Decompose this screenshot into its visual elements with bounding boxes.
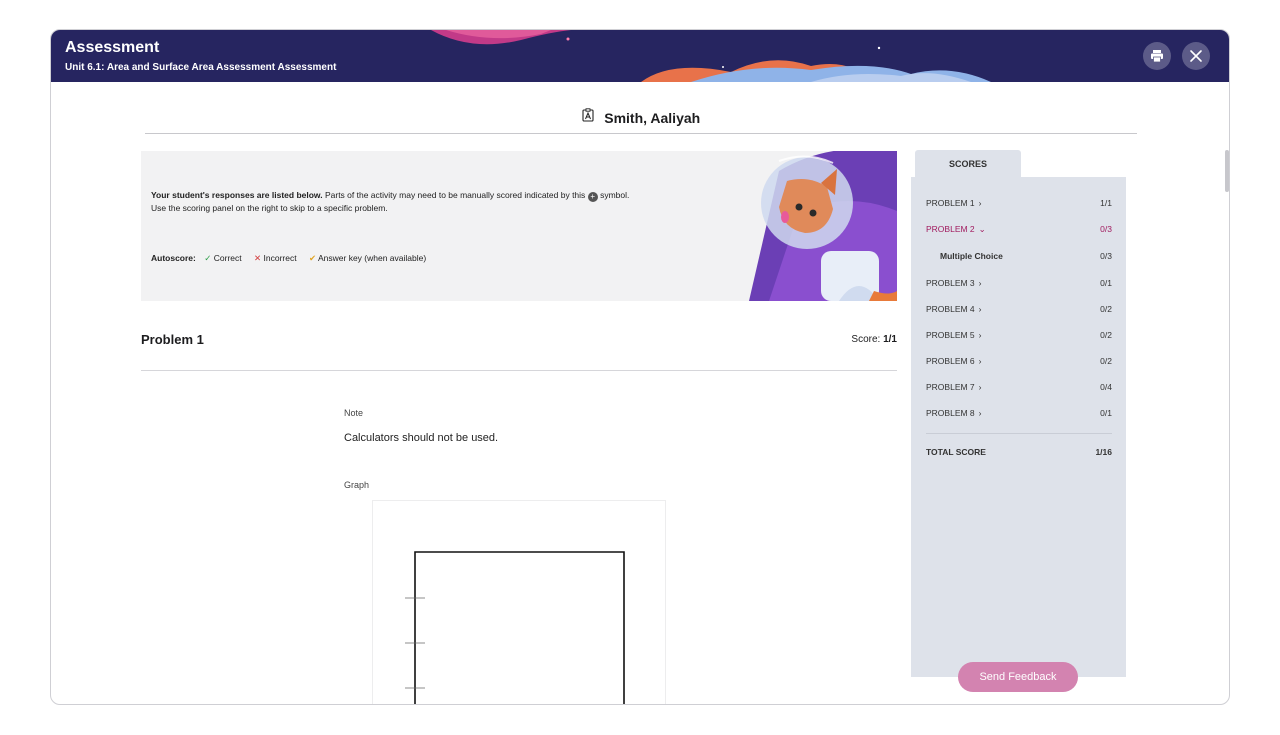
close-icon bbox=[1190, 50, 1202, 62]
scores-divider bbox=[926, 433, 1112, 434]
note-label: Note bbox=[344, 408, 364, 418]
answer-key-check-icon: ✔ bbox=[308, 253, 317, 263]
instructions-rest: Parts of the activity may need to be man… bbox=[324, 190, 586, 200]
scores-tab[interactable]: SCORES bbox=[915, 150, 1021, 178]
score-row-multiple-choice[interactable]: Multiple Choice 0/3 bbox=[926, 251, 1112, 265]
instructions-banner: Your student's responses are listed belo… bbox=[141, 151, 897, 301]
score-row-problem-1[interactable]: PROBLEM 1 › 1/1 bbox=[926, 198, 1112, 212]
chevron-right-icon: › bbox=[978, 198, 982, 208]
problem-score: Score: 1/1 bbox=[811, 334, 897, 345]
autoscore-label: Autoscore: bbox=[151, 253, 196, 263]
score-value: 1/1 bbox=[883, 334, 897, 345]
score-row-problem-2[interactable]: PROBLEM 2 ⌄ 0/3 bbox=[926, 224, 1112, 238]
score-row-problem-7[interactable]: PROBLEM 7 › 0/4 bbox=[926, 382, 1112, 396]
note-text: Calculators should not be used. bbox=[344, 432, 499, 444]
scrollbar-thumb[interactable] bbox=[1225, 150, 1229, 192]
score-row-problem-5[interactable]: PROBLEM 5 › 0/2 bbox=[926, 330, 1112, 344]
instructions-line2: Use the scoring panel on the right to sk… bbox=[151, 203, 388, 213]
score-row-problem-3[interactable]: PROBLEM 3 › 0/1 bbox=[926, 278, 1112, 292]
print-button[interactable] bbox=[1143, 42, 1171, 70]
student-badge-icon bbox=[582, 108, 594, 127]
score-row-problem-8[interactable]: PROBLEM 8 › 0/1 bbox=[926, 408, 1112, 422]
total-score-label: TOTAL SCORE bbox=[926, 447, 986, 457]
chevron-right-icon: › bbox=[978, 382, 982, 392]
total-score-value: 1/16 bbox=[1095, 447, 1112, 457]
chevron-right-icon: › bbox=[978, 356, 982, 366]
manual-score-plus-icon: + bbox=[587, 192, 598, 202]
instructions-symbol-word: symbol. bbox=[600, 190, 630, 200]
graph-label: Graph bbox=[344, 480, 370, 490]
close-button[interactable] bbox=[1182, 42, 1210, 70]
score-row-problem-6[interactable]: PROBLEM 6 › 0/2 bbox=[926, 356, 1112, 370]
legend-correct: ✓ Correct bbox=[204, 253, 242, 263]
score-row-problem-4[interactable]: PROBLEM 4 › 0/2 bbox=[926, 304, 1112, 318]
chevron-right-icon: › bbox=[978, 408, 982, 418]
chevron-right-icon: › bbox=[978, 330, 982, 340]
x-icon: ✕ bbox=[254, 253, 262, 263]
graph-figure bbox=[405, 551, 625, 704]
autoscore-legend: Autoscore: ✓ Correct ✕ Incorrect ✔ Answe… bbox=[151, 253, 436, 264]
legend-answer-key: ✔ Answer key (when available) bbox=[308, 253, 427, 263]
graph-area bbox=[372, 500, 666, 704]
legend-incorrect: ✕ Incorrect bbox=[254, 253, 297, 263]
modal-header: Assessment Unit 6.1: Area and Surface Ar… bbox=[51, 30, 1229, 82]
chevron-right-icon: › bbox=[978, 304, 982, 314]
instructions-bold: Your student's responses are listed belo… bbox=[151, 190, 323, 200]
problem-divider bbox=[141, 370, 897, 371]
scores-panel: PROBLEM 1 › 1/1 PROBLEM 2 ⌄ 0/3 Multiple C… bbox=[911, 177, 1126, 677]
student-header: Smith, Aaliyah bbox=[145, 108, 1137, 134]
score-prefix: Score: bbox=[851, 334, 881, 345]
modal-subtitle: Unit 6.1: Area and Surface Area Assessme… bbox=[65, 62, 337, 73]
instructions-text: Your student's responses are listed belo… bbox=[151, 189, 691, 214]
assessment-modal: Assessment Unit 6.1: Area and Surface Ar… bbox=[50, 29, 1230, 705]
chevron-right-icon: › bbox=[978, 278, 982, 288]
printer-icon bbox=[1151, 50, 1163, 63]
check-icon: ✓ bbox=[204, 253, 212, 263]
header-space-decoration bbox=[431, 30, 991, 82]
modal-title: Assessment bbox=[65, 39, 160, 56]
chevron-down-icon: ⌄ bbox=[978, 224, 986, 234]
problem-title: Problem 1 bbox=[141, 332, 204, 347]
astronaut-dog-illustration bbox=[749, 151, 897, 301]
student-name: Smith, Aaliyah bbox=[604, 109, 701, 126]
total-score-row: TOTAL SCORE 1/16 bbox=[926, 447, 1112, 457]
send-feedback-button[interactable]: Send Feedback bbox=[958, 662, 1078, 692]
